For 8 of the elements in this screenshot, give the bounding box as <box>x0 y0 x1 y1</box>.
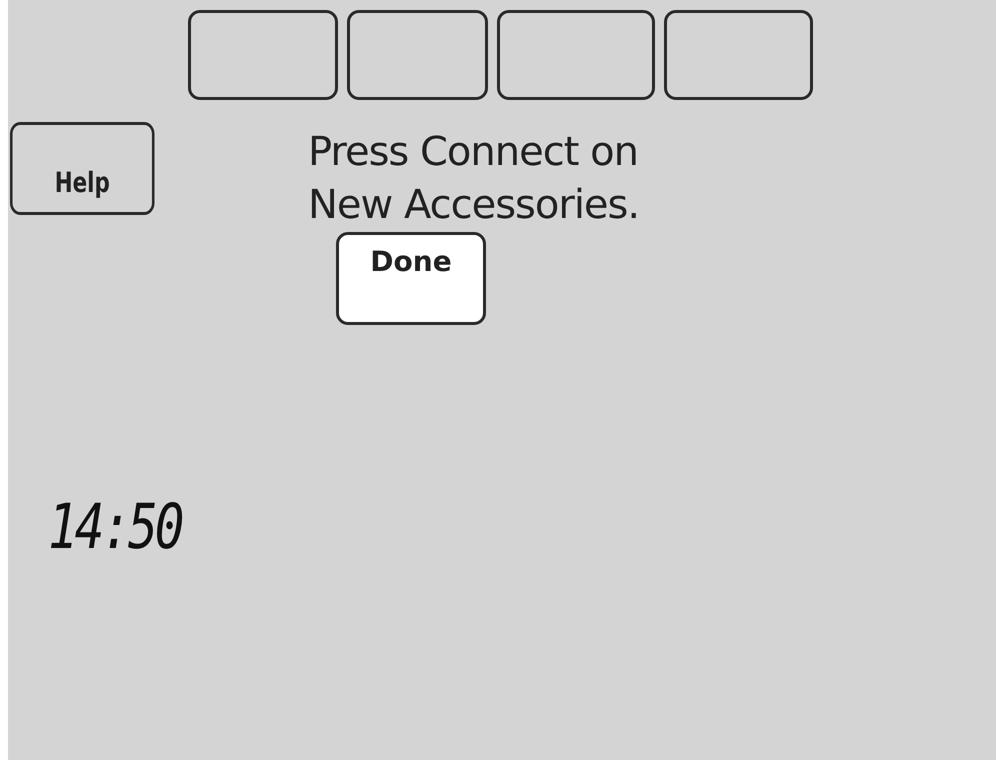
help-button[interactable]: Help <box>10 122 154 215</box>
done-button[interactable]: Done <box>336 232 486 325</box>
instruction-message: Press Connect on New Accessories. <box>308 128 640 230</box>
clock-time: 14:50 <box>48 490 182 563</box>
blank-button[interactable] <box>188 10 338 100</box>
blank-button[interactable] <box>347 10 488 100</box>
blank-button[interactable] <box>664 10 813 100</box>
blank-button[interactable] <box>497 10 655 100</box>
